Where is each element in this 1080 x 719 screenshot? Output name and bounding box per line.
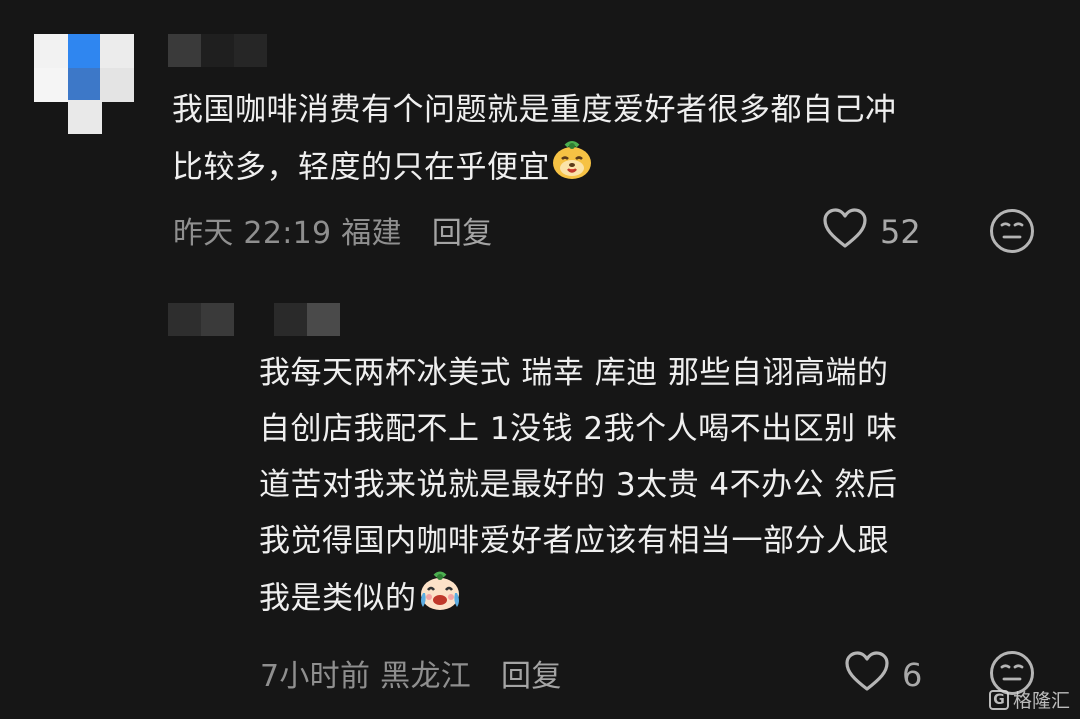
like-button[interactable]: 6	[844, 650, 922, 700]
heart-outline-icon	[844, 650, 890, 700]
comment-time: 昨天 22:19	[173, 216, 332, 251]
username[interactable]	[168, 34, 267, 67]
comment-text: 我国咖啡消费有个问题就是重度爱好者很多都自己冲 比较多，轻度的只在乎便宜	[172, 82, 1052, 200]
smiling-dog-emoji-icon	[550, 138, 594, 200]
avatar[interactable]	[34, 34, 134, 134]
reply-username[interactable]	[168, 303, 340, 336]
comment-time-location: 7小时前 黑龙江	[260, 651, 471, 695]
reply-button[interactable]: 回复	[501, 651, 562, 695]
comment-line: 我每天两杯冰美式 瑞幸 库迪 那些自诩高端的	[259, 355, 889, 391]
watermark: G 格隆汇	[988, 686, 1070, 713]
reply-button[interactable]: 回复	[432, 208, 493, 252]
like-count: 52	[880, 213, 921, 251]
comment-meta: 昨天 22:19 福建 回复	[173, 208, 492, 252]
watermark-logo-icon: G	[988, 689, 1009, 710]
comment-location: 黑龙江	[380, 659, 472, 694]
comment-line: 我国咖啡消费有个问题就是重度爱好者很多都自己冲	[172, 92, 897, 128]
neutral-face-icon[interactable]	[989, 208, 1035, 258]
comment-line: 自创店我配不上 1没钱 2我个人喝不出区别 味	[259, 411, 898, 447]
crying-laughing-emoji-icon	[417, 569, 463, 631]
heart-outline-icon	[822, 207, 868, 257]
comment-time-location: 昨天 22:19 福建	[173, 208, 402, 252]
comment-line: 我是类似的	[259, 569, 1059, 631]
like-button[interactable]: 52	[822, 207, 921, 257]
comment-line: 道苦对我来说就是最好的 3太贵 4不办公 然后	[259, 467, 898, 503]
watermark-text: 格隆汇	[1012, 690, 1070, 712]
comment-time: 7小时前	[260, 659, 371, 694]
comment-line: 我觉得国内咖啡爱好者应该有相当一部分人跟	[259, 523, 889, 559]
comment-location: 福建	[341, 216, 402, 251]
reply-comment-text: 我每天两杯冰美式 瑞幸 库迪 那些自诩高端的 自创店我配不上 1没钱 2我个人喝…	[259, 345, 1059, 631]
like-count: 6	[902, 656, 923, 694]
comment-line: 比较多，轻度的只在乎便宜	[172, 138, 1052, 200]
reply-meta: 7小时前 黑龙江 回复	[260, 651, 562, 695]
